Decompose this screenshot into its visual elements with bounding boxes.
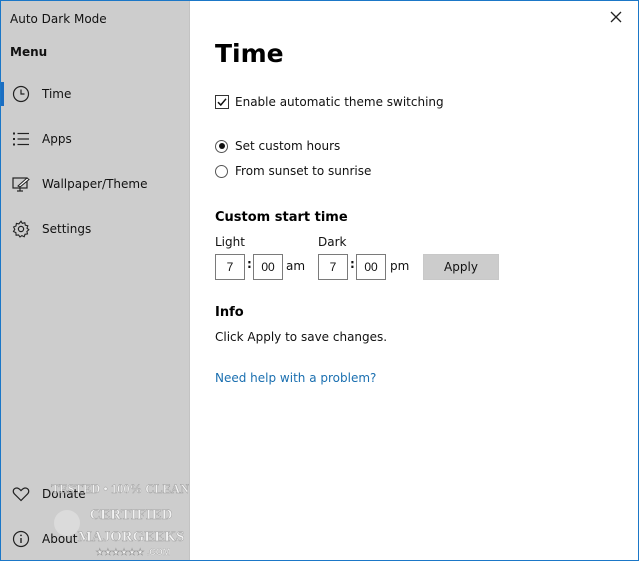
apply-button[interactable]: Apply <box>423 254 499 280</box>
svg-text:CERTIFIED: CERTIFIED <box>90 507 173 523</box>
light-label: Light <box>215 235 245 249</box>
info-text: Click Apply to save changes. <box>215 330 388 344</box>
custom-start-heading: Custom start time <box>215 210 348 225</box>
wallpaper-theme-icon <box>11 174 31 194</box>
list-icon <box>11 129 31 149</box>
checkmark-icon <box>217 98 227 107</box>
sidebar-item-time[interactable]: Time <box>1 74 189 114</box>
light-period-label: am <box>286 259 306 273</box>
radio-sunset-sunrise[interactable] <box>215 164 228 178</box>
dark-label: Dark <box>318 235 347 249</box>
sidebar-item-label: Wallpaper/Theme <box>42 177 148 191</box>
app-title: Auto Dark Mode <box>10 12 107 26</box>
svg-text:TESTED • 100% CLEAN: TESTED • 100% CLEAN <box>51 482 189 496</box>
radio-sunset-sunrise-label: From sunset to sunrise <box>235 164 372 178</box>
majorgeeks-watermark: TESTED • 100% CLEAN CERTIFIED MAJORGEEKS… <box>51 482 189 557</box>
radio-sunset-sunrise-row[interactable]: From sunset to sunrise <box>215 164 371 178</box>
dark-time-separator: : <box>350 257 355 271</box>
sidebar-item-label: Time <box>42 87 72 101</box>
gear-icon <box>11 219 31 239</box>
radio-custom-hours-label: Set custom hours <box>235 139 341 153</box>
page-title: Time <box>215 39 284 68</box>
radio-custom-hours[interactable] <box>215 139 228 153</box>
svg-text:★★★★★★ .COM: ★★★★★★ .COM <box>96 547 170 557</box>
enable-switching-checkbox-row[interactable]: Enable automatic theme switching <box>215 95 444 109</box>
dark-hour-input[interactable]: 7 <box>318 254 348 280</box>
app-window: Auto Dark Mode Menu Time Apps Wallpaper/… <box>0 0 639 561</box>
radio-custom-hours-row[interactable]: Set custom hours <box>215 139 340 153</box>
sidebar-item-label: Settings <box>42 222 92 236</box>
light-minute-input[interactable]: 00 <box>253 254 283 280</box>
sidebar-item-label: Apps <box>42 132 72 146</box>
help-link[interactable]: Need help with a problem? <box>215 371 376 385</box>
dark-period-label: pm <box>390 259 410 273</box>
enable-switching-label: Enable automatic theme switching <box>235 95 444 109</box>
enable-switching-checkbox[interactable] <box>215 95 229 109</box>
menu-heading: Menu <box>10 45 48 59</box>
active-indicator <box>1 82 4 106</box>
light-hour-input[interactable]: 7 <box>215 254 245 280</box>
svg-text:MAJORGEEKS: MAJORGEEKS <box>78 529 185 545</box>
clock-icon <box>11 84 31 104</box>
dark-minute-input[interactable]: 00 <box>356 254 386 280</box>
heart-icon <box>11 484 31 504</box>
light-time-separator: : <box>247 257 252 271</box>
sidebar: Auto Dark Mode Menu Time Apps Wallpaper/… <box>1 1 190 560</box>
info-icon <box>11 529 31 549</box>
main-panel: Time Enable automatic theme switching Se… <box>215 1 615 560</box>
sidebar-item-settings[interactable]: Settings <box>1 209 189 249</box>
info-heading: Info <box>215 305 244 320</box>
sidebar-item-apps[interactable]: Apps <box>1 119 189 159</box>
sidebar-item-wallpaper-theme[interactable]: Wallpaper/Theme <box>1 164 189 204</box>
